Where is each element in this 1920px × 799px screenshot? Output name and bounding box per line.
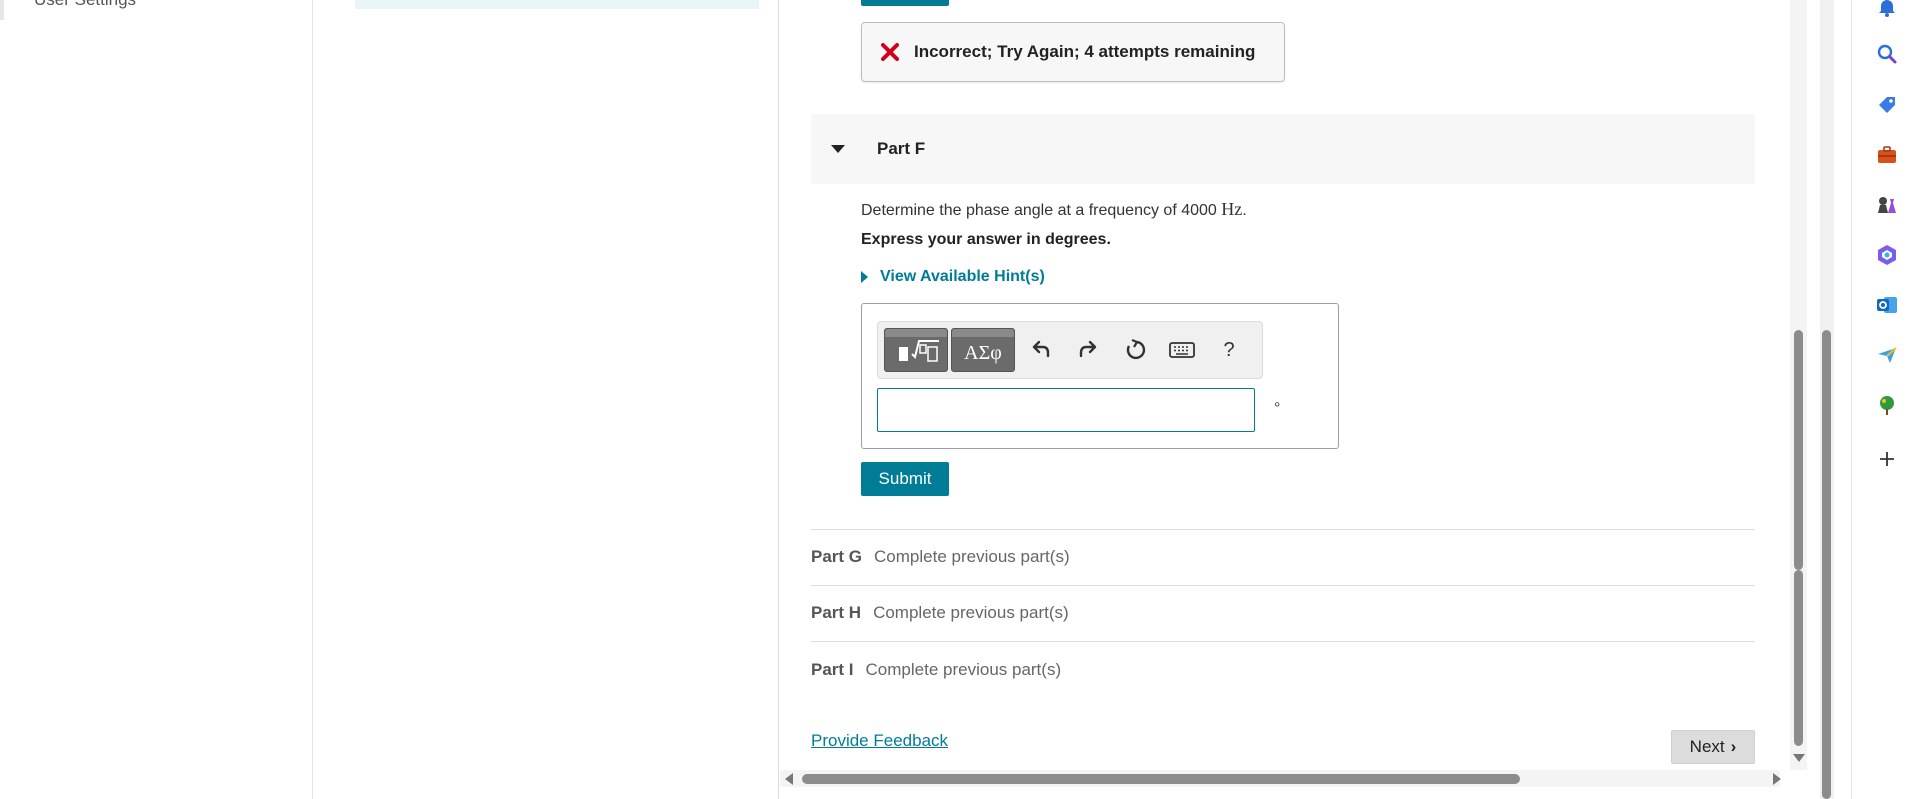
question-text: Determine the phase angle at a frequency… bbox=[861, 199, 1247, 220]
undo-icon[interactable] bbox=[1025, 334, 1057, 366]
submit-button[interactable]: Submit bbox=[861, 462, 949, 496]
divider bbox=[811, 529, 1755, 530]
degree-unit: ° bbox=[1274, 400, 1281, 417]
view-hints-label: View Available Hint(s) bbox=[880, 268, 1045, 285]
provide-feedback-link[interactable]: Provide Feedback bbox=[811, 731, 948, 751]
left-nav: User Settings bbox=[0, 0, 313, 799]
page-scroll-thumb[interactable] bbox=[1822, 330, 1831, 799]
math-toolbar: ΑΣφ ? bbox=[877, 321, 1263, 379]
answer-input[interactable] bbox=[877, 388, 1255, 432]
part-name: Part H bbox=[811, 603, 862, 622]
nav-accent bbox=[0, 0, 4, 20]
scroll-thumb[interactable] bbox=[802, 774, 1520, 784]
part-f-header[interactable]: Part F bbox=[811, 114, 1755, 184]
scroll-right-arrow-icon[interactable] bbox=[1773, 773, 1781, 785]
part-g-row: Part G Complete previous part(s) bbox=[811, 547, 1070, 567]
redo-icon[interactable] bbox=[1072, 334, 1104, 366]
outlook-icon[interactable] bbox=[1874, 292, 1900, 318]
copilot-icon[interactable] bbox=[1874, 242, 1900, 268]
caret-right-icon bbox=[861, 271, 868, 283]
part-name: Part I bbox=[811, 660, 854, 679]
next-button[interactable]: Next › bbox=[1671, 730, 1755, 764]
next-label: Next bbox=[1689, 737, 1725, 756]
feedback-box: Incorrect; Try Again; 4 attempts remaini… bbox=[861, 22, 1285, 82]
symbols-label: ΑΣφ bbox=[964, 341, 1002, 364]
question-suffix: . bbox=[1242, 202, 1247, 219]
briefcase-icon[interactable] bbox=[1874, 142, 1900, 168]
chevron-right-icon: › bbox=[1730, 737, 1737, 756]
question-prefix: Determine the phase angle at a frequency… bbox=[861, 202, 1222, 219]
page-scrollbar[interactable] bbox=[1820, 0, 1834, 799]
part-status: Complete previous part(s) bbox=[873, 603, 1069, 622]
part-status: Complete previous part(s) bbox=[874, 547, 1070, 566]
part-f-title: Part F bbox=[877, 139, 926, 158]
templates-button[interactable] bbox=[884, 328, 948, 372]
templates-icon bbox=[899, 340, 939, 362]
content-column bbox=[313, 0, 779, 799]
view-hints-toggle[interactable]: View Available Hint(s) bbox=[861, 268, 1045, 286]
chess-icon[interactable] bbox=[1874, 192, 1900, 218]
divider bbox=[811, 585, 1755, 586]
scroll-thumb[interactable] bbox=[1794, 570, 1803, 746]
instruction-text: Express your answer in degrees. bbox=[861, 231, 1111, 248]
keyboard-icon[interactable] bbox=[1166, 334, 1198, 366]
search-icon[interactable] bbox=[1874, 41, 1900, 67]
help-button[interactable]: ? bbox=[1213, 334, 1245, 366]
x-icon bbox=[880, 42, 900, 62]
answer-box: ΑΣφ ? ° bbox=[861, 303, 1339, 449]
reset-icon[interactable] bbox=[1119, 334, 1151, 366]
question-unit: Hz bbox=[1221, 199, 1243, 219]
bell-icon[interactable] bbox=[1874, 0, 1900, 20]
divider bbox=[811, 641, 1755, 642]
feedback-message: Incorrect; Try Again; 4 attempts remaini… bbox=[914, 42, 1256, 61]
scroll-thumb[interactable] bbox=[1794, 330, 1803, 570]
previous-submit-button[interactable] bbox=[861, 0, 949, 6]
part-h-row: Part H Complete previous part(s) bbox=[811, 603, 1069, 623]
part-status: Complete previous part(s) bbox=[865, 660, 1062, 679]
symbols-button[interactable]: ΑΣφ bbox=[951, 328, 1015, 372]
chevron-down-icon bbox=[831, 145, 845, 153]
scroll-left-arrow-icon[interactable] bbox=[785, 773, 793, 785]
part-i-row: Part I Complete previous part(s) bbox=[811, 660, 1061, 680]
main-panel: Incorrect; Try Again; 4 attempts remaini… bbox=[779, 0, 1799, 799]
tree-icon[interactable] bbox=[1874, 392, 1900, 418]
tag-icon[interactable] bbox=[1874, 92, 1900, 118]
scroll-down-arrow-icon[interactable] bbox=[1793, 754, 1805, 762]
part-name: Part G bbox=[811, 547, 863, 566]
user-settings-link[interactable]: User Settings bbox=[34, 0, 136, 10]
send-icon[interactable] bbox=[1874, 342, 1900, 368]
browser-sidebar bbox=[1851, 0, 1920, 799]
add-icon[interactable] bbox=[1874, 446, 1900, 472]
vertical-scrollbar[interactable] bbox=[1790, 0, 1807, 770]
horizontal-scrollbar[interactable] bbox=[780, 770, 1781, 787]
highlight-band bbox=[355, 0, 759, 9]
